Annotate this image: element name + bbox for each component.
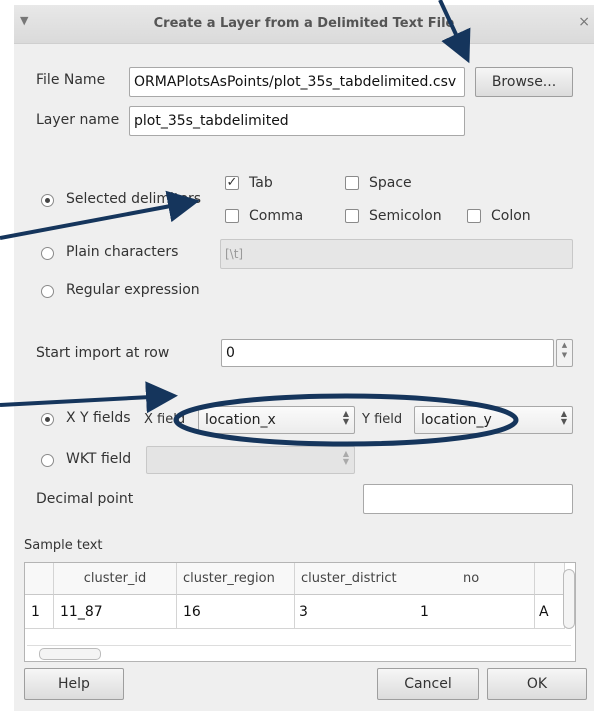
annotation-arrow-xy — [0, 381, 178, 414]
annotation-arrow-browse — [438, 0, 471, 64]
annotation-ellipse — [173, 393, 519, 447]
annotation-arrow-delimiters — [0, 190, 200, 240]
annotation-overlay — [0, 0, 519, 447]
